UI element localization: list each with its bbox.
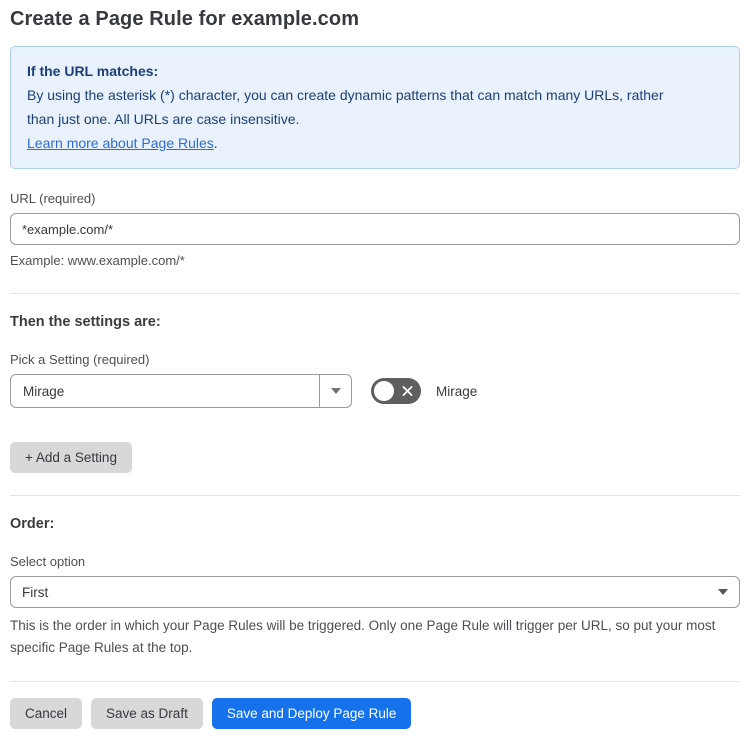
url-label: URL (required) — [10, 191, 96, 206]
footer-actions: Cancel Save as Draft Save and Deploy Pag… — [10, 698, 740, 729]
pick-setting-label: Pick a Setting (required) — [10, 352, 150, 367]
add-setting-button[interactable]: + Add a Setting — [10, 442, 132, 473]
link-suffix: . — [213, 135, 218, 151]
url-match-info-box: If the URL matches: By using the asteris… — [10, 46, 740, 169]
chevron-down-icon — [718, 589, 728, 595]
chevron-down-icon — [330, 388, 341, 394]
page-title: Create a Page Rule for example.com — [10, 8, 360, 30]
learn-more-link[interactable]: Learn more about Page Rules — [27, 135, 214, 151]
divider — [10, 681, 740, 682]
create-page-rule-form: Create a Page Rule for example.com If th… — [0, 0, 750, 743]
toggle-x-icon — [402, 386, 413, 396]
divider — [10, 293, 740, 294]
setting-row: Mirage Mirage — [10, 374, 740, 408]
mirage-toggle[interactable] — [371, 378, 421, 404]
settings-section-heading: Then the settings are: — [10, 314, 161, 330]
info-box-heading: If the URL matches: — [27, 63, 159, 79]
order-select-label: Select option — [10, 554, 86, 569]
info-box-body: By using the asterisk (*) character, you… — [27, 87, 664, 127]
order-select-value: First — [22, 584, 49, 600]
setting-select-value: Mirage — [23, 383, 65, 399]
cancel-button[interactable]: Cancel — [10, 698, 83, 729]
setting-select[interactable]: Mirage — [10, 374, 352, 408]
divider — [10, 495, 740, 496]
info-box-link-line: Learn more about Page Rules. — [27, 131, 723, 155]
toggle-knob — [374, 381, 394, 401]
order-helper-text: This is the order in which your Page Rul… — [10, 618, 716, 655]
url-input[interactable] — [10, 213, 740, 245]
url-helper-text: Example: www.example.com/* — [10, 253, 185, 268]
setting-select-arrow-button[interactable] — [319, 375, 351, 407]
order-select[interactable]: First — [10, 576, 740, 608]
order-section-heading: Order: — [10, 516, 55, 532]
save-as-draft-button[interactable]: Save as Draft — [91, 698, 203, 729]
save-and-deploy-button[interactable]: Save and Deploy Page Rule — [211, 698, 412, 729]
toggle-label: Mirage — [436, 383, 478, 399]
